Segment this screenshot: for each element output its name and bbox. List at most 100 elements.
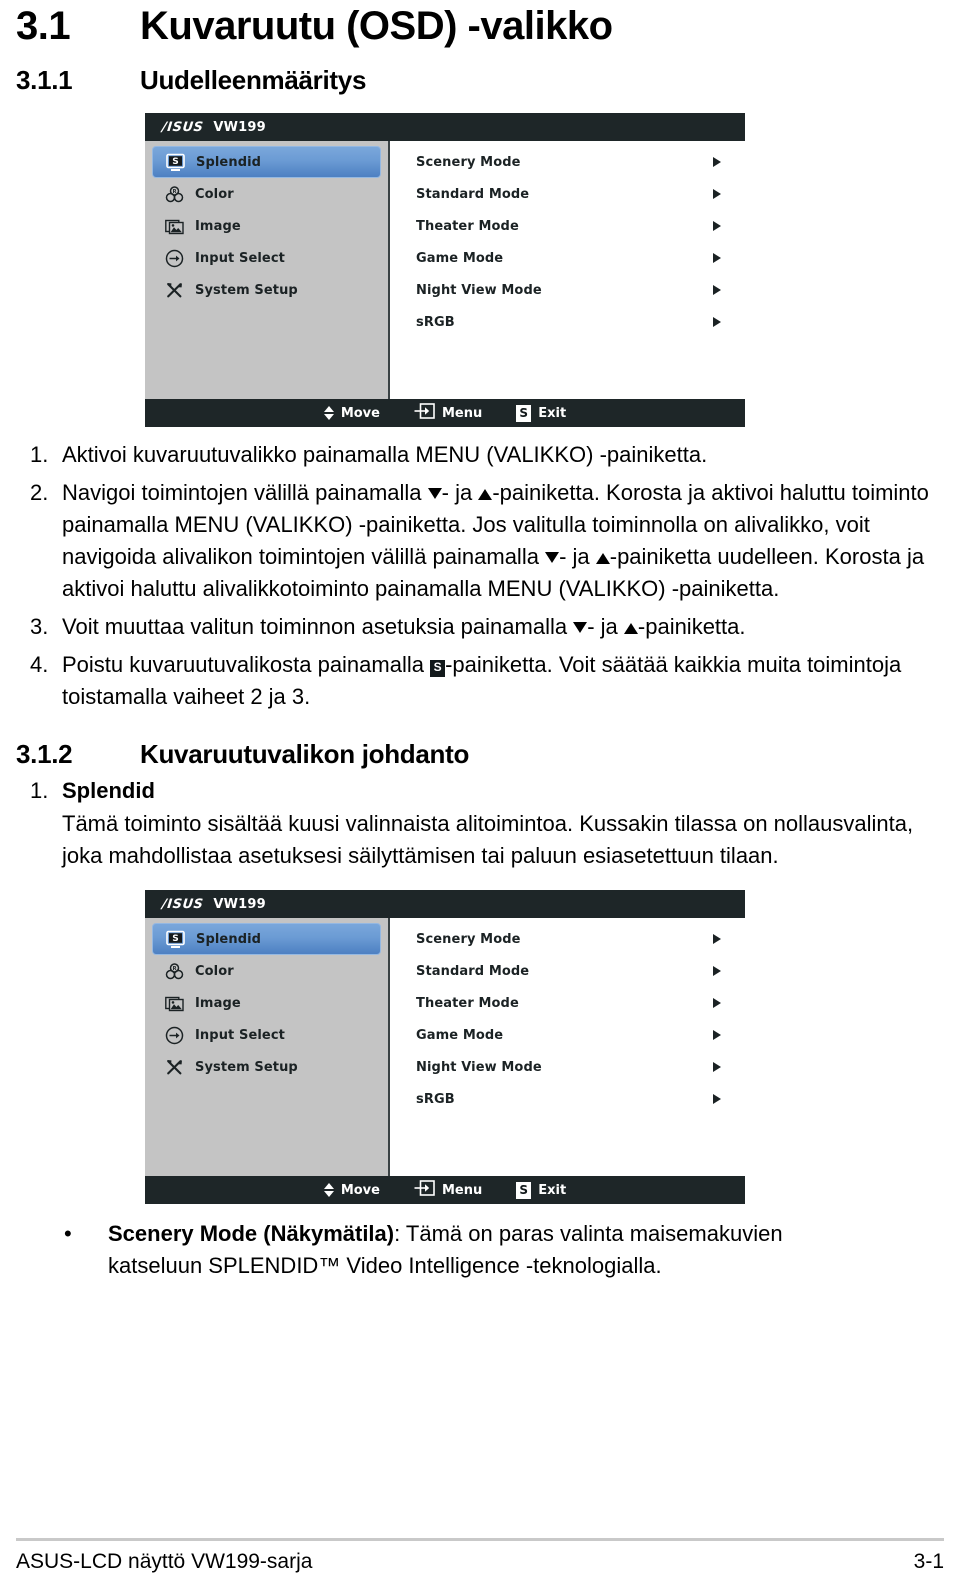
option-label: Standard Mode bbox=[416, 963, 530, 979]
down-triangle-icon bbox=[427, 488, 442, 499]
chevron-right-icon bbox=[713, 285, 721, 295]
sidebar-item-label: Image bbox=[195, 218, 241, 234]
footbar-exit-label: Exit bbox=[538, 1182, 567, 1198]
osd-menu-figure-1: /ISUS VW199 S Splendid R Color Image Inp… bbox=[145, 113, 745, 427]
option-label: Game Mode bbox=[416, 250, 504, 266]
bullet-term: Scenery Mode (Näkymätila) bbox=[108, 1221, 395, 1246]
footbar-exit-button[interactable]: S Exit bbox=[516, 404, 566, 422]
sidebar-item-image[interactable]: Image bbox=[152, 210, 381, 242]
osd-model-name: VW199 bbox=[213, 896, 266, 912]
option-game-mode[interactable]: Game Mode bbox=[390, 242, 745, 274]
up-triangle-icon bbox=[595, 553, 610, 564]
chevron-right-icon bbox=[713, 998, 721, 1008]
footbar-move-button[interactable]: Move bbox=[323, 1182, 380, 1199]
step-text: Aktivoi kuvaruutuvalikko painamalla MENU… bbox=[62, 442, 708, 467]
step-text-part: -painiketta. bbox=[637, 614, 746, 639]
input-arrow-circle-icon bbox=[164, 1025, 184, 1045]
sidebar-item-splendid[interactable]: S Splendid bbox=[152, 923, 381, 955]
sidebar-item-system-setup[interactable]: System Setup bbox=[152, 274, 381, 306]
sidebar-item-label: System Setup bbox=[195, 282, 298, 298]
step-2: 2. Navigoi toimintojen välillä painamall… bbox=[16, 477, 944, 605]
sidebar-item-label: Color bbox=[195, 963, 234, 979]
sidebar-item-label: Input Select bbox=[195, 250, 285, 266]
up-triangle-icon bbox=[623, 623, 638, 634]
subsection-number: 3.1.2 bbox=[16, 739, 73, 769]
option-night-view-mode[interactable]: Night View Mode bbox=[390, 1051, 745, 1083]
osd-sidebar: S Splendid R Color Image Input Select Sy… bbox=[145, 918, 390, 1176]
step-text-part: - ja bbox=[587, 614, 624, 639]
image-picture-icon bbox=[164, 216, 184, 236]
option-srgb[interactable]: sRGB bbox=[390, 1083, 745, 1115]
splendid-item-number: 1. bbox=[30, 778, 49, 803]
footbar-menu-button[interactable]: Menu bbox=[414, 403, 482, 423]
splendid-item-title: Splendid bbox=[62, 778, 155, 803]
sidebar-item-color[interactable]: R Color bbox=[152, 955, 381, 987]
footer-divider bbox=[16, 1538, 944, 1541]
chevron-right-icon bbox=[713, 157, 721, 167]
step-text: Navigoi toimintojen välillä painamalla -… bbox=[62, 477, 944, 605]
option-label: Theater Mode bbox=[416, 995, 519, 1011]
option-game-mode[interactable]: Game Mode bbox=[390, 1019, 745, 1051]
chevron-right-icon bbox=[713, 1030, 721, 1040]
sidebar-item-splendid[interactable]: S Splendid bbox=[152, 146, 381, 178]
asus-logo-icon: /ISUS bbox=[161, 896, 205, 912]
option-standard-mode[interactable]: Standard Mode bbox=[390, 955, 745, 987]
subsection-title: Kuvaruutuvalikon johdanto bbox=[140, 739, 470, 769]
page-footer: ASUS-LCD näyttö VW199-sarja 3-1 bbox=[16, 1538, 944, 1574]
sidebar-item-label: Splendid bbox=[196, 931, 262, 947]
osd-options-list: Scenery Mode Standard Mode Theater Mode … bbox=[390, 918, 745, 1176]
chevron-right-icon bbox=[713, 189, 721, 199]
bullet-icon: • bbox=[64, 1221, 72, 1246]
section-title: Kuvaruutu (OSD) -valikko bbox=[140, 4, 613, 48]
splendid-s-monitor-icon: S bbox=[165, 929, 185, 949]
option-srgb[interactable]: sRGB bbox=[390, 306, 745, 338]
option-theater-mode[interactable]: Theater Mode bbox=[390, 210, 745, 242]
option-standard-mode[interactable]: Standard Mode bbox=[390, 178, 745, 210]
option-night-view-mode[interactable]: Night View Mode bbox=[390, 274, 745, 306]
sidebar-item-label: Image bbox=[195, 995, 241, 1011]
scenery-mode-bullet: • Scenery Mode (Näkymätila): Tämä on par… bbox=[16, 1218, 944, 1282]
step-text-part: - ja bbox=[559, 544, 596, 569]
down-triangle-icon bbox=[545, 552, 560, 563]
step-1: 1. Aktivoi kuvaruutuvalikko painamalla M… bbox=[16, 439, 944, 471]
sidebar-item-label: Input Select bbox=[195, 1027, 285, 1043]
chevron-right-icon bbox=[713, 1062, 721, 1072]
step-text: Poistu kuvaruutuvalikosta painamalla S -p… bbox=[62, 649, 944, 713]
up-down-arrows-icon bbox=[323, 405, 334, 422]
footer-page-number: 3-1 bbox=[913, 1550, 944, 1573]
color-rgb-circles-icon: R bbox=[164, 961, 184, 981]
chevron-right-icon bbox=[713, 317, 721, 327]
option-scenery-mode[interactable]: Scenery Mode bbox=[390, 146, 745, 178]
footbar-move-button[interactable]: Move bbox=[323, 405, 380, 422]
sidebar-item-image[interactable]: Image bbox=[152, 987, 381, 1019]
sidebar-item-color[interactable]: R Color bbox=[152, 178, 381, 210]
splendid-list-item: 1. Splendid bbox=[16, 774, 944, 808]
svg-text:S: S bbox=[172, 157, 178, 167]
subsection-number: 3.1.1 bbox=[16, 65, 73, 95]
option-theater-mode[interactable]: Theater Mode bbox=[390, 987, 745, 1019]
footer-left-text: ASUS-LCD näyttö VW199-sarja bbox=[16, 1550, 313, 1573]
osd-model-name: VW199 bbox=[213, 119, 266, 135]
footbar-move-label: Move bbox=[340, 405, 380, 421]
splendid-s-badge-icon: S bbox=[430, 660, 446, 677]
input-arrow-circle-icon bbox=[164, 248, 184, 268]
sidebar-item-input-select[interactable]: Input Select bbox=[152, 1019, 381, 1051]
footbar-menu-button[interactable]: Menu bbox=[414, 1180, 482, 1200]
asus-logo-icon: /ISUS bbox=[161, 119, 205, 135]
section-number: 3.1 bbox=[16, 4, 71, 48]
image-picture-icon bbox=[164, 993, 184, 1013]
sidebar-item-input-select[interactable]: Input Select bbox=[152, 242, 381, 274]
down-triangle-icon bbox=[573, 622, 588, 633]
step-text-part: - ja bbox=[441, 480, 479, 505]
step-text-part: Voit muuttaa valitun toiminnon asetuksia… bbox=[62, 614, 574, 639]
option-label: Scenery Mode bbox=[416, 931, 521, 947]
step-number: 3. bbox=[30, 614, 49, 639]
option-scenery-mode[interactable]: Scenery Mode bbox=[390, 923, 745, 955]
option-label: sRGB bbox=[416, 1091, 455, 1107]
step-number: 4. bbox=[30, 652, 49, 677]
color-rgb-circles-icon: R bbox=[164, 184, 184, 204]
section-heading-3-1-2: 3.1.2 Kuvaruutuvalikon johdanto bbox=[16, 739, 944, 770]
sidebar-item-system-setup[interactable]: System Setup bbox=[152, 1051, 381, 1083]
footbar-exit-button[interactable]: S Exit bbox=[516, 1181, 567, 1199]
osd-options-list: Scenery Mode Standard Mode Theater Mode … bbox=[390, 141, 745, 399]
